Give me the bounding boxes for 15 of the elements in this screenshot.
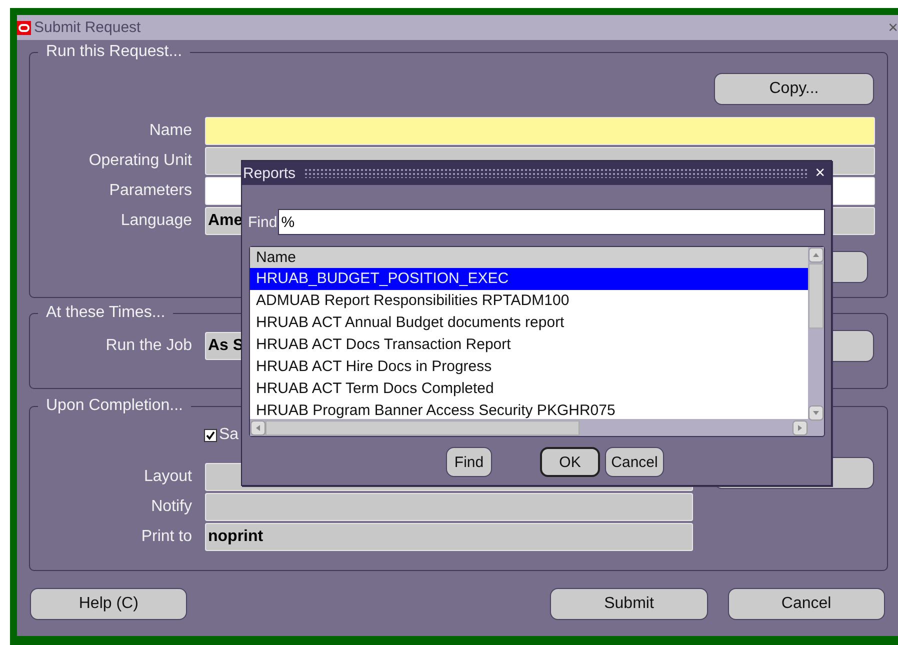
field-label: Parameters [108,182,192,200]
field-label: Run the Job [104,337,192,355]
group-title: Upon Completion... [38,396,191,416]
field-label: Find [248,214,278,230]
field-label: Print to [140,528,192,546]
group-title: Run this Request... [38,42,190,62]
field-label: Notify [150,498,192,516]
checkbox-label: Sa [219,426,239,444]
column-header: Name [250,247,808,268]
window-title: Submit Request [34,19,141,36]
field-label: Layout [142,468,192,486]
field-label: Name [148,122,192,140]
field-label: Operating Unit [88,152,192,170]
field-label: Language [120,212,192,230]
dialog-title: Reports [243,164,296,182]
